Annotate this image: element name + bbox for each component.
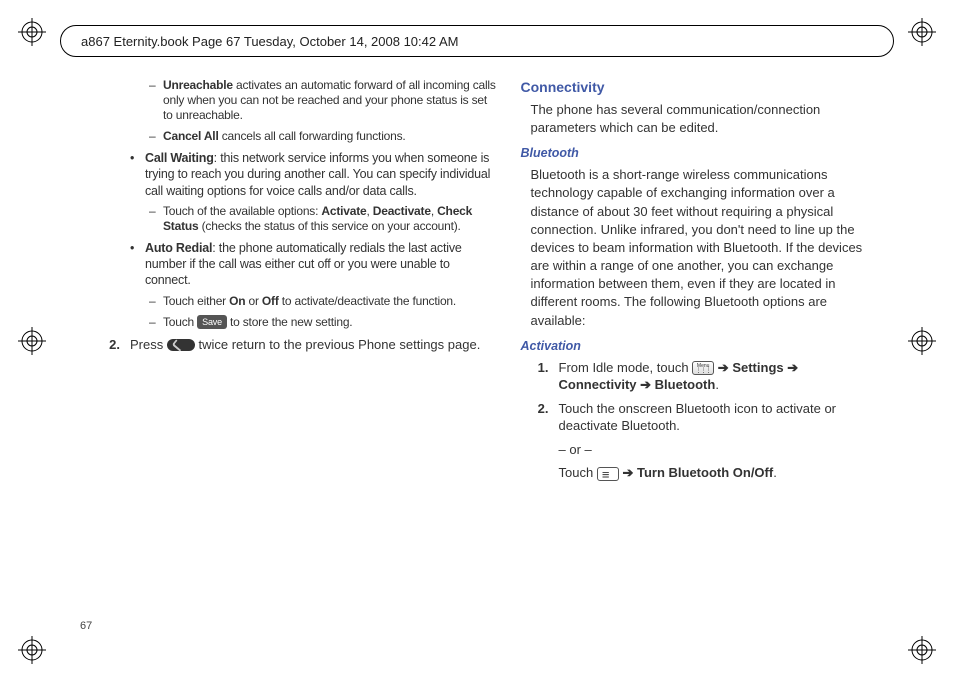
step-1-body: From Idle mode, touch Menu ➔ Settings ➔ …: [559, 359, 875, 394]
registration-mark-tr: [908, 18, 936, 46]
period2: .: [773, 465, 777, 480]
page-number: 67: [80, 620, 92, 632]
left-column: Unreachable activates an automatic forwa…: [80, 78, 499, 632]
item-redial-onoff: Touch either On or Off to activate/deact…: [145, 294, 499, 309]
label-turn-bt: Turn Bluetooth On/Off: [637, 465, 773, 480]
framemaker-header: a867 Eternity.book Page 67 Tuesday, Octo…: [60, 25, 894, 57]
page-content: Unreachable activates an automatic forwa…: [80, 78, 874, 632]
label-bluetooth-path: Bluetooth: [655, 377, 716, 392]
heading-bluetooth: Bluetooth: [521, 145, 875, 162]
menu-button-icon: Menu: [692, 361, 714, 375]
label-off: Off: [262, 294, 279, 308]
text-cancel-all: cancels all call forwarding functions.: [219, 129, 406, 143]
label-cancel-all: Cancel All: [163, 129, 219, 143]
arrow-3: ➔: [640, 377, 651, 392]
registration-mark-br: [908, 636, 936, 664]
header-text: a867 Eternity.book Page 67 Tuesday, Octo…: [81, 34, 459, 49]
registration-mark-mr: [908, 327, 936, 355]
label-on: On: [229, 294, 245, 308]
activation-step-2: 2. Touch the onscreen Bluetooth icon to …: [521, 400, 875, 435]
period1: .: [715, 377, 719, 392]
item-auto-redial: Auto Redial: the phone automatically red…: [130, 240, 499, 289]
step-2-number: 2.: [100, 336, 130, 354]
text-ro-mid: or: [245, 294, 262, 308]
label-connectivity: Connectivity: [559, 377, 637, 392]
para-bluetooth: Bluetooth is a short-range wireless comm…: [531, 166, 875, 330]
text-save-pre: Touch: [163, 315, 197, 329]
step-2r-body: Touch the onscreen Bluetooth icon to act…: [559, 400, 875, 435]
arrow-1: ➔: [718, 360, 729, 375]
text-ro-pre: Touch either: [163, 294, 229, 308]
step-1-number: 1.: [521, 359, 559, 394]
step-2-body: Press twice return to the previous Phone…: [130, 336, 499, 354]
arrow-4: ➔: [622, 465, 633, 480]
text-ro-post: to activate/deactivate the function.: [279, 294, 456, 308]
text-touch-pre: Touch: [559, 465, 597, 480]
label-unreachable: Unreachable: [163, 78, 233, 92]
back-button-icon: [167, 339, 195, 351]
step-2r-number: 2.: [521, 400, 559, 435]
right-column: Connectivity The phone has several commu…: [521, 78, 875, 632]
para-connectivity: The phone has several communication/conn…: [531, 101, 875, 137]
item-cancel-all: Cancel All cancels all call forwarding f…: [145, 129, 499, 144]
heading-connectivity: Connectivity: [521, 78, 875, 97]
list-button-icon: [597, 467, 619, 481]
touch-alternative: Touch ➔ Turn Bluetooth On/Off.: [559, 464, 875, 482]
item-call-waiting: Call Waiting: this network service infor…: [130, 150, 499, 199]
label-deactivate: Deactivate: [373, 204, 431, 218]
item-unreachable: Unreachable activates an automatic forwa…: [145, 78, 499, 123]
registration-mark-ml: [18, 327, 46, 355]
heading-activation: Activation: [521, 338, 875, 355]
text-idle-pre: From Idle mode, touch: [559, 360, 693, 375]
activation-step-1: 1. From Idle mode, touch Menu ➔ Settings…: [521, 359, 875, 394]
arrow-2: ➔: [787, 360, 798, 375]
or-divider: – or –: [559, 441, 875, 459]
registration-mark-bl: [18, 636, 46, 664]
item-call-waiting-options: Touch of the available options: Activate…: [145, 204, 499, 234]
label-settings: Settings: [732, 360, 783, 375]
label-call-waiting: Call Waiting: [145, 151, 214, 165]
text-press-post: twice return to the previous Phone setti…: [198, 337, 480, 352]
text-cw-post: (checks the status of this service on yo…: [198, 219, 460, 233]
save-button-icon: Save: [197, 315, 227, 329]
text-press-pre: Press: [130, 337, 167, 352]
text-cw-pre: Touch of the available options:: [163, 204, 321, 218]
text-save-post: to store the new setting.: [230, 315, 352, 329]
label-activate: Activate: [321, 204, 366, 218]
registration-mark-tl: [18, 18, 46, 46]
label-auto-redial: Auto Redial: [145, 241, 212, 255]
step-2: 2. Press twice return to the previous Ph…: [100, 336, 499, 354]
item-redial-save: Touch Save to store the new setting.: [145, 315, 499, 330]
